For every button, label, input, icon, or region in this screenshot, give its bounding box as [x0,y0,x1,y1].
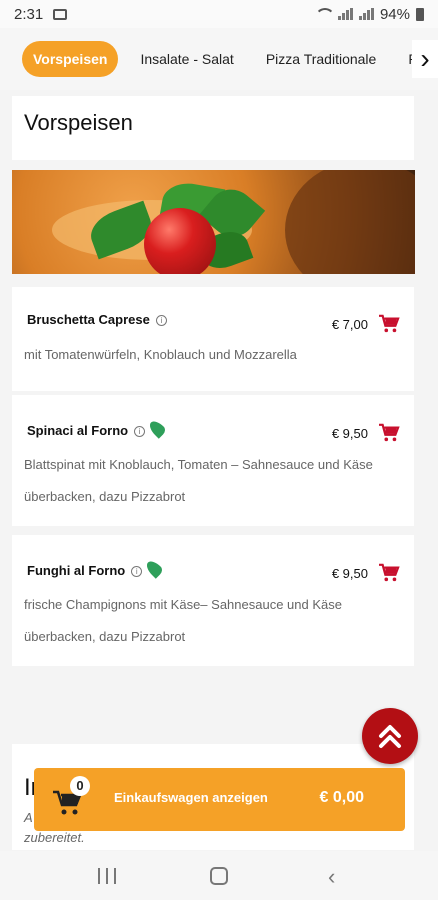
menu-item[interactable]: Funghi al Forno i € 9,50 frische Champign… [12,535,414,666]
section-header-card: Vorspeisen [12,96,414,160]
menu-item-description: mit Tomatenwürfeln, Knoblauch und Mozzar… [24,347,297,362]
menu-item-name-row: Spinaci al Forno i [27,418,168,439]
category-tabs: Vorspeisen Insalate - Salat Pizza Tradit… [0,28,438,90]
gallery-notification-icon [53,8,68,20]
back-icon[interactable]: ‹ [328,864,335,890]
section-hero-image [12,170,415,274]
menu-item[interactable]: Bruschetta Caprese i € 7,00 mit Tomatenwü… [12,287,414,391]
system-nav-bar: ‹ [0,851,438,900]
signal-icon-2 [358,8,374,20]
recent-apps-icon[interactable] [98,868,116,884]
next-section-text: A [24,810,33,825]
menu-item-description: frische Champignons mit Käse– Sahnesauce… [24,597,342,644]
menu-item-name-row: Bruschetta Caprese i [27,312,167,327]
section-title: Vorspeisen [24,110,133,135]
info-circle-icon[interactable]: i [131,566,143,577]
leaf-icon [146,418,168,439]
menu-item-name: Bruschetta Caprese [27,312,150,327]
hero-crust [285,170,415,274]
menu-item-price: € 9,50 [331,566,368,581]
next-section-text-2: zubereitet. [24,830,85,845]
chevron-right-icon[interactable]: › [412,40,438,78]
leaf-icon [143,558,165,579]
menu-item-name: Funghi al Forno [27,563,126,578]
battery-icon [416,7,424,21]
status-bar: 2:31 94% [0,0,438,28]
hero-tomato [144,208,216,274]
cart-total: € 0,00 [319,789,364,806]
tab-vorspeisen[interactable]: Vorspeisen [22,41,119,77]
menu-item-name: Spinaci al Forno [27,423,129,438]
tab-pizza-traditionale[interactable]: Pizza Traditionale [266,51,377,67]
cart-count-badge: 0 [70,776,90,796]
shopping-cart-icon[interactable] [378,423,400,443]
double-chevron-up-icon [379,725,401,748]
scroll-to-top-button[interactable] [362,708,418,764]
home-icon[interactable] [210,867,228,885]
shopping-cart-icon[interactable] [378,563,400,583]
menu-item-price: € 9,50 [331,426,368,441]
signal-icon [337,8,353,20]
info-circle-icon[interactable]: i [134,426,146,437]
battery-percentage: 94% [379,5,410,23]
menu-item-price: € 7,00 [331,317,368,332]
menu-item[interactable]: Spinaci al Forno i € 9,50 Blattspinat mit… [12,395,414,526]
info-circle-icon[interactable]: i [155,315,167,326]
view-cart-button[interactable]: 0 Einkaufswagen anzeigen € 0,00 [34,768,405,831]
status-time: 2:31 [14,5,44,23]
cart-label: Einkaufswagen anzeigen [114,790,268,805]
shopping-cart-icon[interactable] [378,314,400,334]
wifi-icon [314,7,335,21]
menu-item-description: Blattspinat mit Knoblauch, Tomaten – Sah… [24,457,373,504]
menu-item-name-row: Funghi al Forno i [27,558,165,579]
tab-insalate-salat[interactable]: Insalate - Salat [140,51,233,67]
